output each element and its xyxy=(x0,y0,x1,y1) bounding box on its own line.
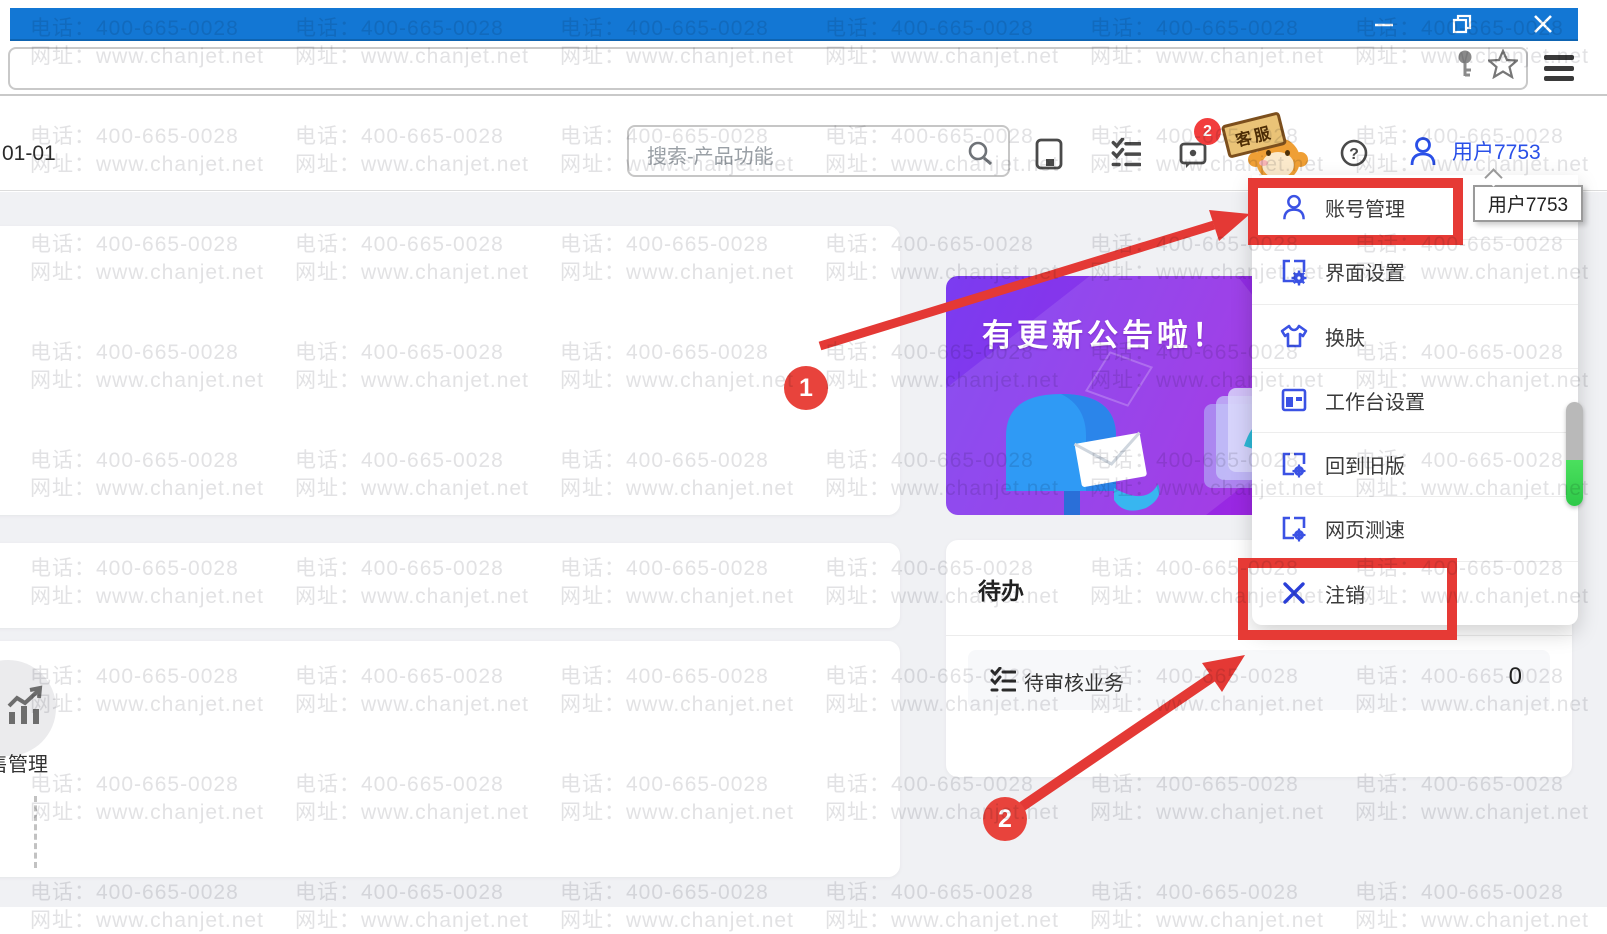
search-placeholder: 搜索-产品功能 xyxy=(647,146,774,168)
annotation-badge-1: 1 xyxy=(784,366,828,410)
date-fragment: 01-01 xyxy=(2,142,56,165)
key-icon[interactable] xyxy=(1452,49,1478,79)
user-avatar-icon[interactable] xyxy=(1408,136,1438,168)
highlight-box-logout xyxy=(1238,558,1457,640)
dashed-connector xyxy=(34,796,37,868)
browser-toolbar xyxy=(0,41,1607,96)
minimize-button[interactable] xyxy=(1361,8,1407,39)
todo-row-label: 待审核业务 xyxy=(1024,673,1124,695)
menu-item-interface-settings[interactable]: 界面设置 xyxy=(1252,239,1578,303)
todo-row-pending-review[interactable]: 待审核业务 0 xyxy=(968,650,1550,710)
close-icon xyxy=(1534,14,1552,33)
star-favorites-icon[interactable] xyxy=(1488,49,1518,79)
annotation-badge-2: 2 xyxy=(983,797,1027,841)
workbench-icon xyxy=(1281,389,1307,412)
left-card-bottom xyxy=(0,641,900,877)
todo-row-value: 0 xyxy=(1508,663,1522,690)
pending-review-checklist-icon xyxy=(990,667,1016,692)
username-label[interactable]: 用户7753 xyxy=(1452,136,1541,166)
address-bar[interactable] xyxy=(8,47,1528,90)
scrollbar-indicator[interactable] xyxy=(1566,402,1583,506)
help-icon[interactable]: ? xyxy=(1339,138,1369,168)
search-icon[interactable] xyxy=(966,139,994,167)
message-count-badge: 2 xyxy=(1194,118,1221,145)
task-list-icon[interactable] xyxy=(1111,138,1141,168)
search-input[interactable]: 搜索-产品功能 xyxy=(627,125,1010,177)
section-label: 售管理 xyxy=(0,754,48,776)
banner-title: 有更新公告啦！ xyxy=(982,318,1227,353)
close-button[interactable] xyxy=(1520,8,1566,39)
mailbox-illustration xyxy=(1006,388,1286,515)
menu-item-workbench-settings[interactable]: 工作台设置 xyxy=(1252,367,1578,432)
left-card-top xyxy=(0,226,900,515)
hamburger-menu-icon[interactable] xyxy=(1544,55,1574,81)
restore-icon xyxy=(1452,14,1472,33)
window-titlebar xyxy=(10,8,1578,41)
menu-item-old-version[interactable]: 回到旧版 xyxy=(1252,432,1578,496)
todo-title: 待办 xyxy=(978,578,1024,604)
svg-text:?: ? xyxy=(1349,146,1359,163)
interface-settings-icon xyxy=(1282,259,1307,286)
menu-item-speed-test[interactable]: 网页测速 xyxy=(1252,496,1578,560)
sales-chart-icon xyxy=(7,685,43,724)
restore-button[interactable] xyxy=(1439,8,1485,39)
minimize-icon xyxy=(1375,23,1393,26)
menu-item-change-skin[interactable]: 换肤 xyxy=(1252,303,1578,368)
username-tooltip: 用户7753 xyxy=(1473,185,1583,222)
calculator-icon[interactable] xyxy=(1034,138,1064,170)
speed-test-icon xyxy=(1282,516,1306,542)
left-card-middle xyxy=(0,543,900,628)
highlight-box-account-management xyxy=(1248,178,1463,245)
old-version-icon xyxy=(1282,452,1306,478)
tshirt-icon xyxy=(1280,324,1308,348)
